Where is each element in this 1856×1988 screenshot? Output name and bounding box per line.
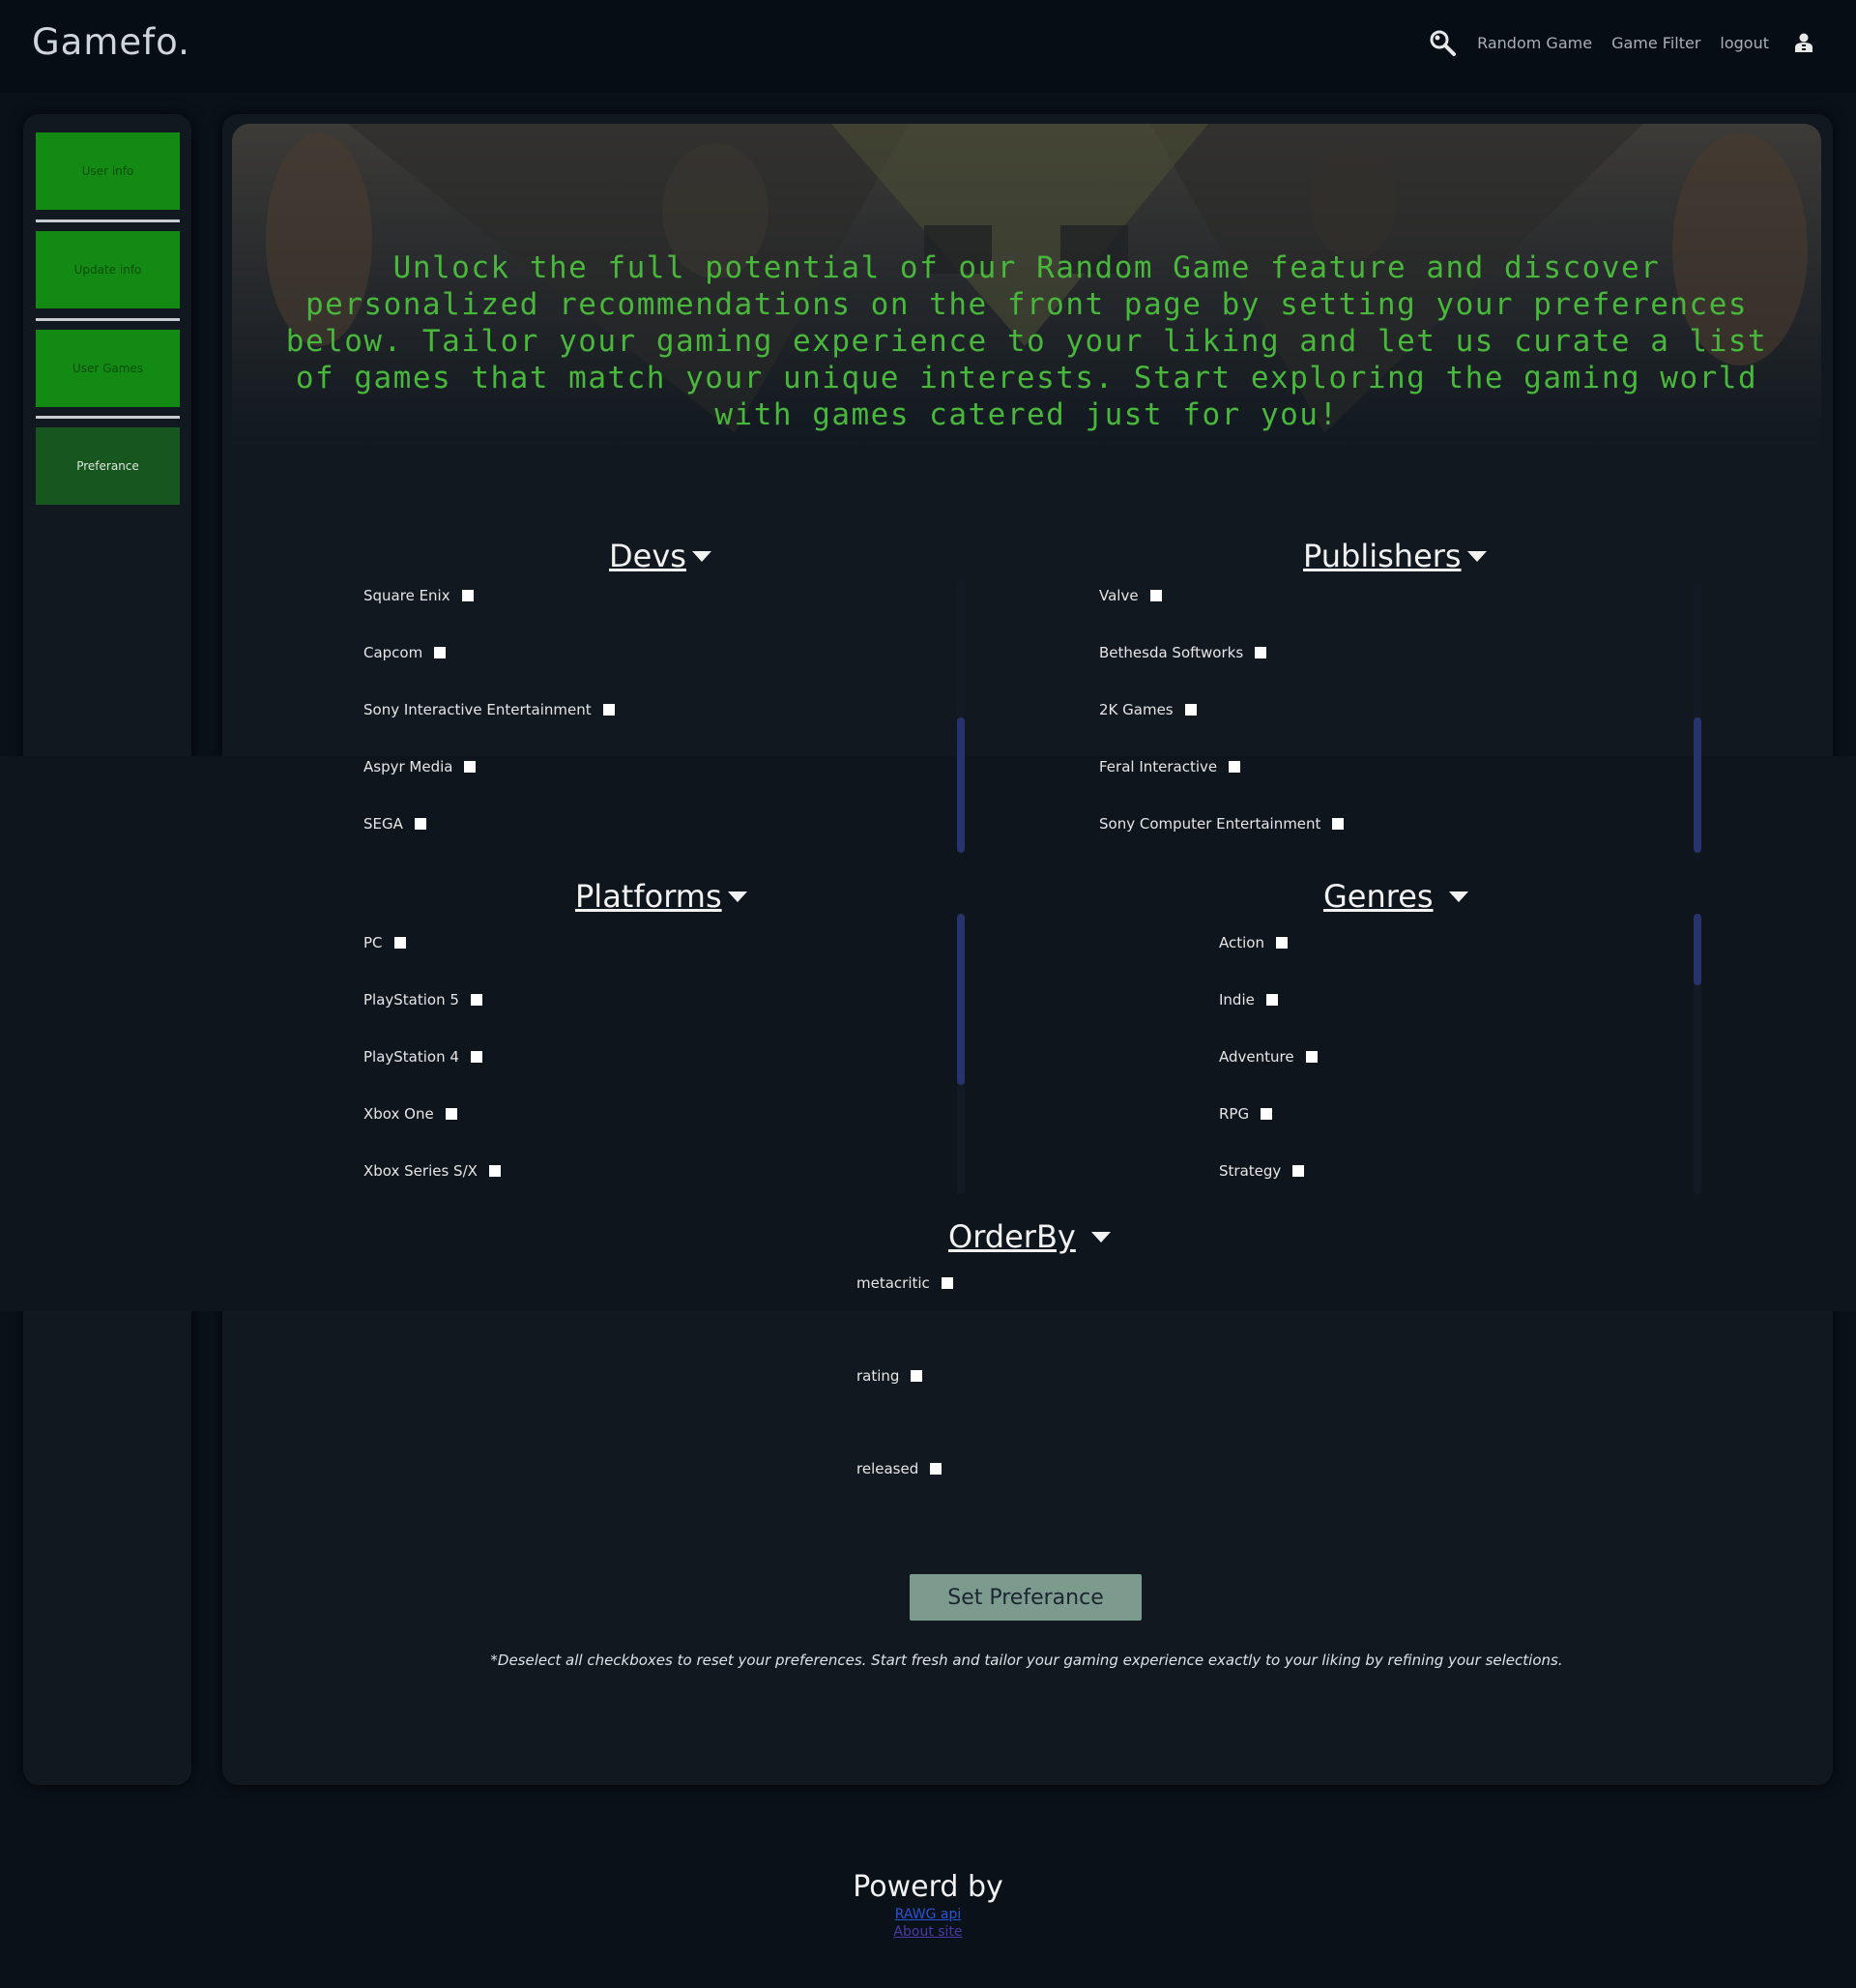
publishers-option[interactable]: Bethesda Softworks (1099, 644, 1267, 661)
checkbox[interactable] (1255, 647, 1267, 658)
platforms-option[interactable]: PlayStation 5 (363, 991, 482, 1009)
search-icon[interactable] (1427, 27, 1458, 58)
devs-option[interactable]: Sony Interactive Entertainment (363, 701, 615, 718)
footer-title: Powerd by (853, 1870, 1003, 1904)
checkbox[interactable] (393, 937, 406, 949)
reset-note: *Deselect all checkboxes to reset your p… (490, 1652, 1563, 1669)
platforms-option[interactable]: Xbox Series S/X (363, 1162, 501, 1180)
platforms-option[interactable]: PlayStation 4 (363, 1048, 482, 1066)
checkbox[interactable] (1229, 761, 1241, 773)
publishers-option[interactable]: Valve (1099, 587, 1162, 604)
genres-option[interactable]: Indie (1219, 991, 1278, 1009)
hero-text: Unlock the full potential of our Random … (285, 250, 1768, 432)
checkbox[interactable] (1332, 818, 1345, 830)
publishers-option[interactable]: Sony Computer Entertainment (1099, 815, 1345, 833)
site-logo[interactable]: Gamefo. (32, 21, 190, 63)
checkbox[interactable] (488, 1165, 501, 1177)
checkbox[interactable] (414, 818, 426, 830)
genres-dropdown-toggle[interactable]: Genres (1323, 878, 1468, 915)
checkbox[interactable] (1184, 704, 1197, 716)
caret-down-icon (1448, 891, 1468, 902)
genres-option[interactable]: Strategy (1219, 1162, 1305, 1180)
sidebar-divider (36, 219, 180, 222)
nav-random-game[interactable]: Random Game (1477, 34, 1592, 52)
top-header: Gamefo. Random Game Game Filter logout (0, 0, 1856, 93)
caret-down-icon (1466, 550, 1487, 562)
orderby-option[interactable]: rating (856, 1367, 923, 1385)
checkbox[interactable] (1275, 937, 1288, 949)
publishers-scroll-thumb[interactable] (1694, 717, 1701, 853)
nav-logout[interactable]: logout (1720, 34, 1769, 52)
sidebar-item-user-games[interactable]: User Games (36, 330, 180, 407)
devs-dropdown-toggle[interactable]: Devs (609, 538, 711, 574)
footer-link-row: About site (0, 1924, 1856, 1940)
sidebar-divider (36, 416, 180, 419)
about-site-link[interactable]: About site (893, 1924, 962, 1940)
checkbox[interactable] (911, 1370, 923, 1382)
checkbox[interactable] (1261, 1108, 1273, 1120)
rawg-api-link[interactable]: RAWG api (895, 1907, 961, 1922)
checkbox[interactable] (470, 994, 482, 1006)
user-icon[interactable] (1788, 27, 1819, 58)
caret-down-icon (1090, 1231, 1111, 1242)
platforms-scroll-thumb[interactable] (957, 914, 965, 1085)
checkbox[interactable] (602, 704, 615, 716)
sidebar-item-user-info[interactable]: User info (36, 132, 180, 210)
devs-option[interactable]: SEGA (363, 815, 426, 833)
checkbox[interactable] (464, 761, 477, 773)
checkbox[interactable] (445, 1108, 457, 1120)
orderby-option[interactable]: released (856, 1460, 942, 1477)
content-band (0, 756, 1856, 1311)
sidebar-item-update-info[interactable]: Update info (36, 231, 180, 308)
publishers-dropdown-toggle[interactable]: Publishers (1303, 538, 1487, 574)
orderby-title: OrderBy (948, 1218, 1076, 1255)
genres-title: Genres (1323, 878, 1434, 915)
checkbox[interactable] (434, 647, 447, 658)
genres-scroll-thumb[interactable] (1694, 914, 1701, 985)
hero-banner: Unlock the full potential of our Random … (232, 124, 1821, 453)
footer-link-row: RAWG api (0, 1907, 1856, 1922)
checkbox[interactable] (1292, 1165, 1305, 1177)
publishers-option[interactable]: Feral Interactive (1099, 758, 1241, 775)
caret-down-icon (727, 891, 747, 902)
orderby-option[interactable]: metacritic (856, 1274, 953, 1292)
devs-option[interactable]: Capcom (363, 644, 447, 661)
sidebar-divider (36, 318, 180, 321)
genres-option[interactable]: Action (1219, 934, 1288, 951)
publishers-title: Publishers (1303, 538, 1462, 574)
devs-scroll-thumb[interactable] (957, 717, 965, 853)
platforms-title: Platforms (575, 878, 722, 915)
devs-title: Devs (609, 538, 686, 574)
checkbox[interactable] (930, 1463, 942, 1475)
caret-down-icon (691, 550, 711, 562)
orderby-dropdown-toggle[interactable]: OrderBy (948, 1218, 1111, 1255)
checkbox[interactable] (1305, 1051, 1318, 1063)
genres-option[interactable]: Adventure (1219, 1048, 1318, 1066)
top-nav: Random Game Game Filter logout (1427, 27, 1819, 58)
checkbox[interactable] (941, 1277, 953, 1289)
platforms-option[interactable]: PC (363, 934, 406, 951)
publishers-option[interactable]: 2K Games (1099, 701, 1197, 718)
sidebar-item-preferance[interactable]: Preferance (36, 427, 180, 505)
devs-option[interactable]: Aspyr Media (363, 758, 477, 775)
platforms-dropdown-toggle[interactable]: Platforms (575, 878, 747, 915)
checkbox[interactable] (1265, 994, 1278, 1006)
genres-option[interactable]: RPG (1219, 1105, 1273, 1123)
checkbox[interactable] (470, 1051, 482, 1063)
checkbox[interactable] (461, 590, 474, 601)
checkbox[interactable] (1149, 590, 1162, 601)
devs-option[interactable]: Square Enix (363, 587, 474, 604)
nav-game-filter[interactable]: Game Filter (1611, 34, 1700, 52)
platforms-option[interactable]: Xbox One (363, 1105, 457, 1123)
set-preference-button[interactable]: Set Preferance (910, 1574, 1142, 1621)
